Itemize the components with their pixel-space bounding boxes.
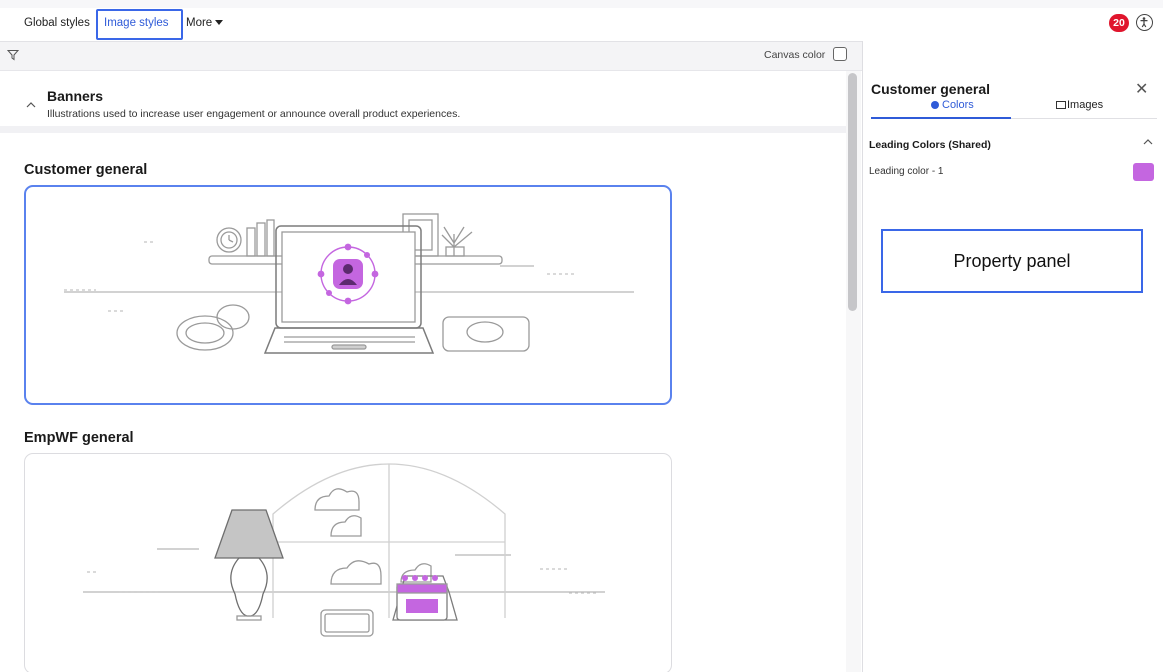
tab-images[interactable]: Images xyxy=(1056,99,1103,111)
filter-icon[interactable] xyxy=(7,49,19,61)
top-bar: Global styles Image styles More 20 xyxy=(0,0,1163,41)
chevron-up-icon[interactable] xyxy=(1143,137,1153,147)
active-tab-indicator xyxy=(871,117,1011,119)
filter-toolbar: Canvas color xyxy=(0,42,862,71)
image-icon xyxy=(1056,101,1066,110)
leading-color-swatch[interactable] xyxy=(1133,163,1154,181)
top-strip xyxy=(0,0,1163,8)
tab-image-styles[interactable]: Image styles xyxy=(104,17,169,29)
canvas-color-checkbox[interactable] xyxy=(833,47,847,61)
tab-colors[interactable]: Colors xyxy=(931,99,974,111)
banners-description: Illustrations used to increase user enga… xyxy=(47,108,461,120)
tab-more-label: More xyxy=(186,17,213,29)
tab-global-styles[interactable]: Global styles xyxy=(24,17,90,29)
leading-colors-heading: Leading Colors (Shared) xyxy=(869,139,991,151)
laptop-illustration xyxy=(64,213,634,354)
close-icon[interactable]: ✕ xyxy=(1135,79,1148,99)
caret-down-icon xyxy=(215,20,224,26)
banners-title: Banners xyxy=(47,88,104,104)
scrollbar-thumb[interactable] xyxy=(848,73,857,311)
section-title-empwf-general: EmpWF general xyxy=(24,430,134,446)
notification-badge[interactable]: 20 xyxy=(1109,14,1129,32)
section-title-customer-general: Customer general xyxy=(24,162,148,178)
banners-section-header[interactable]: Banners Illustrations used to increase u… xyxy=(0,71,846,133)
tab-colors-label: Colors xyxy=(942,99,974,111)
leading-color-label: Leading color - 1 xyxy=(869,166,944,177)
canvas-color-label: Canvas color xyxy=(764,49,826,61)
lamp-illustration xyxy=(83,463,605,637)
chevron-up-icon[interactable] xyxy=(26,100,36,110)
tab-images-label: Images xyxy=(1067,99,1104,111)
panel-title: Customer general xyxy=(871,81,991,97)
accessibility-icon[interactable] xyxy=(1136,14,1153,31)
palette-icon xyxy=(931,101,939,110)
illustration-card-customer-general[interactable] xyxy=(24,185,672,405)
tab-more[interactable]: More xyxy=(186,17,224,29)
canvas-area: Canvas color Banners Illustrations used … xyxy=(0,41,862,672)
property-panel-annotation: Property panel xyxy=(881,229,1143,293)
illustration-card-empwf-general[interactable] xyxy=(24,453,672,672)
property-panel: Customer general ✕ Colors Images Leading… xyxy=(862,41,1163,672)
